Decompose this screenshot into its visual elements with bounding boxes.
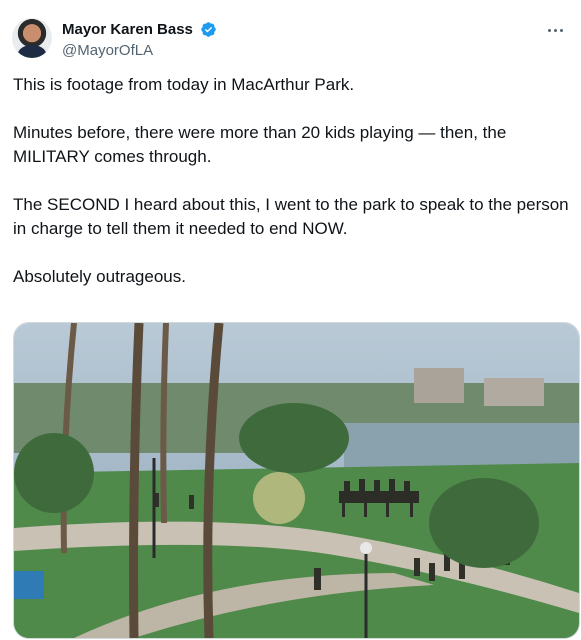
tweet-text: This is footage from today in MacArthur … <box>13 73 573 313</box>
tweet-paragraph: Absolutely outrageous. <box>13 267 186 286</box>
tweet-paragraph: The SECOND I heard about this, I went to… <box>13 195 574 238</box>
avatar[interactable] <box>12 18 52 58</box>
tweet-media[interactable] <box>13 322 580 639</box>
tweet-header: Mayor Karen Bass @MayorOfLA <box>12 14 569 62</box>
avatar-shoulders <box>18 45 46 58</box>
media-image <box>14 323 579 638</box>
author-handle[interactable]: @MayorOfLA <box>62 41 217 61</box>
tweet-paragraph: This is footage from today in MacArthur … <box>13 75 355 94</box>
verified-badge-icon <box>201 22 217 37</box>
tweet-paragraph: Minutes before, there were more than 20 … <box>13 123 512 166</box>
author-names: Mayor Karen Bass @MayorOfLA <box>62 20 217 61</box>
more-horizontal-icon[interactable] <box>541 16 569 44</box>
author-display-name[interactable]: Mayor Karen Bass <box>62 20 193 39</box>
